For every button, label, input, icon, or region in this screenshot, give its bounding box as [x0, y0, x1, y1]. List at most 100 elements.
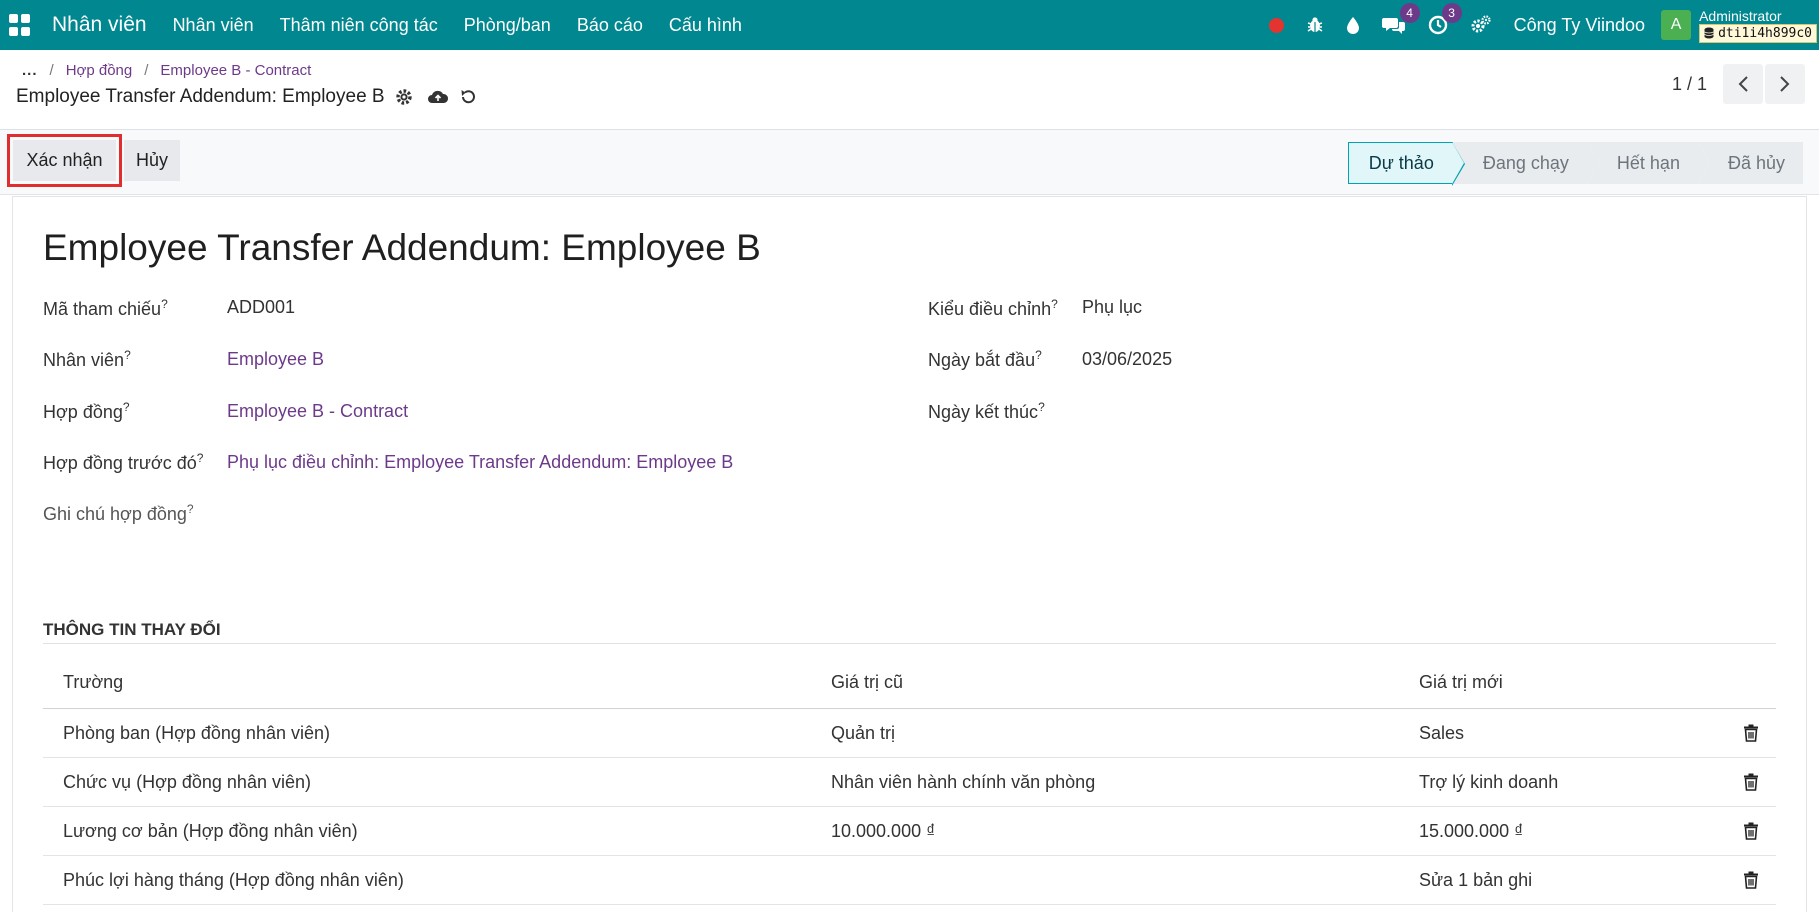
menu-item-departments[interactable]: Phòng/ban	[464, 15, 551, 36]
breadcrumb-contracts[interactable]: Hợp đồng	[66, 62, 133, 79]
settings-gears-icon[interactable]	[1470, 15, 1492, 35]
row-field: Phúc lợi hàng tháng (Hợp đồng nhân viên)	[63, 869, 404, 890]
company-switcher[interactable]: Công Ty Viindoo	[1514, 15, 1645, 36]
end-date-label: Ngày kết thúc?	[928, 400, 1045, 422]
database-name: dti1i4h899c0	[1718, 25, 1812, 41]
employee-label: Nhân viên?	[43, 348, 131, 370]
end-date-field[interactable]	[1082, 400, 1582, 424]
stage-draft-label: Dự thảo	[1368, 152, 1434, 173]
row-field: Phòng ban (Hợp đồng nhân viên)	[63, 722, 330, 743]
stage-running-label: Đang chạy	[1482, 152, 1569, 173]
trash-icon[interactable]	[1743, 856, 1759, 904]
section-divider	[43, 643, 1776, 644]
stage-expired-label: Hết hạn	[1616, 152, 1680, 173]
stage-expired[interactable]: Hết hạn	[1586, 142, 1710, 184]
table-header: Trường Giá trị cũ Giá trị mới	[43, 657, 1776, 709]
control-panel: ... / Hợp đồng / Employee B - Contract E…	[0, 50, 1819, 130]
discard-changes-icon[interactable]	[459, 88, 477, 106]
messages-badge: 4	[1399, 3, 1420, 23]
menu-item-employees[interactable]: Nhân viên	[173, 15, 254, 36]
previous-contract-label: Hợp đồng trước đó?	[43, 451, 204, 473]
form-sheet: Employee Transfer Addendum: Employee B M…	[12, 196, 1807, 912]
menu-item-configuration[interactable]: Cấu hình	[669, 15, 742, 36]
bug-icon[interactable]	[1306, 16, 1324, 34]
breadcrumb-separator: /	[49, 62, 54, 79]
systray: 4 3 Công Ty Viindoo A Administrator dti1…	[1268, 0, 1819, 50]
row-field: Chức vụ (Hợp đồng nhân viên)	[63, 771, 311, 792]
stage-draft[interactable]: Dự thảo	[1347, 142, 1465, 186]
row-new-value: Sales	[1419, 722, 1465, 743]
trash-icon[interactable]	[1743, 807, 1759, 855]
row-new-value: Trợ lý kinh doanh	[1419, 771, 1559, 792]
column-header-new-value[interactable]: Giá trị mới	[1419, 657, 1503, 708]
start-date-value[interactable]: 03/06/2025	[1082, 349, 1172, 370]
row-new-value: 15.000.000 ₫	[1419, 820, 1524, 841]
adjustment-type-label: Kiểu điều chỉnh?	[928, 297, 1058, 319]
record-title-text: Employee Transfer Addendum: Employee B	[16, 86, 385, 107]
apps-menu-icon[interactable]	[9, 14, 31, 36]
pager-value[interactable]: 1 / 1	[1672, 74, 1707, 95]
employee-value[interactable]: Employee B	[227, 349, 324, 370]
row-old-value: Quản trị	[831, 722, 896, 743]
form-title[interactable]: Employee Transfer Addendum: Employee B	[43, 227, 761, 269]
reference-label: Mã tham chiếu?	[43, 297, 168, 319]
activities-icon[interactable]: 3	[1428, 3, 1462, 35]
breadcrumb: ... / Hợp đồng / Employee B - Contract	[22, 62, 311, 79]
recording-icon[interactable]	[1268, 17, 1284, 33]
main-menu: Nhân viên Thâm niên công tác Phòng/ban B…	[173, 15, 768, 36]
app-name[interactable]: Nhân viên	[52, 13, 147, 37]
menu-item-seniority[interactable]: Thâm niên công tác	[280, 15, 438, 36]
gear-icon[interactable]	[395, 88, 413, 106]
trash-icon[interactable]	[1743, 758, 1759, 806]
start-date-label: Ngày bắt đầu?	[928, 348, 1042, 370]
menu-item-reports[interactable]: Báo cáo	[577, 15, 643, 36]
previous-contract-value[interactable]: Phụ lục điều chỉnh: Employee Transfer Ad…	[227, 452, 733, 473]
stage-pipeline: Dự thảo Đang chạy Hết hạn Đã hủy	[1347, 142, 1803, 186]
adjustment-type-value[interactable]: Phụ lục	[1082, 297, 1142, 318]
status-bar: Xác nhận Hủy Dự thảo Đang chạy Hết hạn Đ…	[0, 130, 1819, 195]
chevron-right-icon	[1780, 76, 1790, 92]
row-old-value: Nhân viên hành chính văn phòng	[831, 771, 1096, 792]
top-navbar: Nhân viên Nhân viên Thâm niên công tác P…	[0, 0, 1819, 50]
confirm-button[interactable]: Xác nhận	[13, 140, 116, 181]
activities-badge: 3	[1441, 3, 1462, 23]
theme-drop-icon[interactable]	[1346, 16, 1360, 34]
row-field: Lương cơ bản (Hợp đồng nhân viên)	[63, 820, 358, 841]
row-new-value: Sửa 1 bản ghi	[1419, 869, 1533, 890]
pager-next-button[interactable]	[1765, 64, 1805, 104]
table-row[interactable]: Lương cơ bản (Hợp đồng nhân viên) 10.000…	[43, 807, 1776, 856]
user-name: Administrator	[1699, 7, 1782, 24]
pager-previous-button[interactable]	[1723, 64, 1763, 104]
contract-note-label: Ghi chú hợp đồng?	[43, 502, 194, 524]
contract-note-field[interactable]	[227, 502, 877, 526]
row-old-value: 10.000.000 ₫	[831, 820, 936, 841]
cancel-button[interactable]: Hủy	[124, 140, 180, 181]
pager: 1 / 1	[1672, 64, 1805, 104]
user-avatar[interactable]: A	[1661, 10, 1692, 40]
database-badge: dti1i4h899c0	[1699, 23, 1817, 43]
trash-icon[interactable]	[1743, 709, 1759, 757]
breadcrumb-more[interactable]: ...	[22, 62, 38, 79]
column-header-field[interactable]: Trường	[63, 657, 123, 708]
messages-icon[interactable]: 4	[1381, 3, 1420, 35]
cloud-upload-icon[interactable]	[427, 88, 449, 106]
contract-value[interactable]: Employee B - Contract	[227, 401, 408, 422]
breadcrumb-separator: /	[144, 62, 149, 79]
record-title: Employee Transfer Addendum: Employee B	[16, 86, 477, 108]
user-menu[interactable]: Administrator dti1i4h899c0	[1699, 8, 1817, 43]
confirm-button-highlight: Xác nhận	[7, 134, 122, 187]
stage-running[interactable]: Đang chạy	[1452, 142, 1599, 184]
chevron-left-icon	[1738, 76, 1748, 92]
table-row[interactable]: Phúc lợi hàng tháng (Hợp đồng nhân viên)…	[43, 856, 1776, 905]
column-header-old-value[interactable]: Giá trị cũ	[831, 657, 903, 708]
breadcrumb-contract[interactable]: Employee B - Contract	[160, 62, 311, 79]
reference-value[interactable]: ADD001	[227, 297, 295, 318]
stage-cancelled[interactable]: Đã hủy	[1697, 142, 1803, 184]
changes-section-title: THÔNG TIN THAY ĐỔI	[43, 620, 221, 639]
contract-label: Hợp đồng?	[43, 400, 130, 422]
table-row[interactable]: Chức vụ (Hợp đồng nhân viên) Nhân viên h…	[43, 758, 1776, 807]
database-icon	[1704, 27, 1714, 39]
table-row[interactable]: Phòng ban (Hợp đồng nhân viên) Quản trị …	[43, 709, 1776, 758]
stage-cancelled-label: Đã hủy	[1727, 152, 1785, 173]
changes-table: Trường Giá trị cũ Giá trị mới Phòng ban …	[43, 657, 1776, 905]
